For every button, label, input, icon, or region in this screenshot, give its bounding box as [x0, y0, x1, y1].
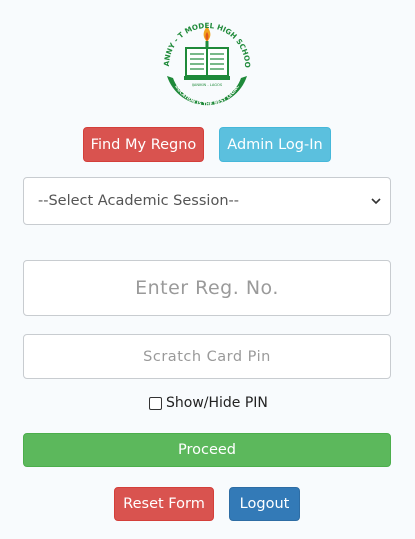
logout-label: Logout [239, 496, 290, 512]
logout-button[interactable]: Logout [229, 487, 300, 521]
show-hide-pin-checkbox[interactable] [149, 396, 162, 410]
show-hide-pin-row: Show/Hide PIN [149, 395, 268, 411]
proceed-button[interactable]: Proceed [23, 433, 391, 467]
academic-session-value: --Select Academic Session-- [38, 193, 239, 209]
login-page: DANNY - T MODEL HIGH SCHOOL IJANIKIN - L… [0, 0, 415, 539]
academic-session-select[interactable]: --Select Academic Session-- [23, 177, 391, 225]
reg-no-placeholder: Enter Reg. No. [135, 277, 279, 299]
school-logo: DANNY - T MODEL HIGH SCHOOL IJANIKIN - L… [154, 0, 257, 116]
admin-login-label: Admin Log-In [227, 136, 323, 153]
reset-form-button[interactable]: Reset Form [114, 487, 214, 521]
logo-location: IJANIKIN - LAGOS [192, 83, 223, 87]
school-logo-graphic: DANNY - T MODEL HIGH SCHOOL IJANIKIN - L… [154, 0, 252, 108]
find-regno-button[interactable]: Find My Regno [83, 127, 204, 162]
reset-form-label: Reset Form [123, 496, 205, 512]
scratch-card-pin-input[interactable]: Scratch Card Pin [23, 334, 391, 379]
chevron-down-icon [370, 195, 382, 207]
open-book-icon [184, 47, 230, 80]
proceed-label: Proceed [177, 442, 237, 458]
find-regno-label: Find My Regno [90, 136, 197, 153]
admin-login-button[interactable]: Admin Log-In [219, 127, 331, 162]
pin-placeholder: Scratch Card Pin [143, 348, 271, 365]
reg-no-input[interactable]: Enter Reg. No. [23, 260, 391, 316]
show-hide-pin-label[interactable]: Show/Hide PIN [166, 395, 268, 411]
